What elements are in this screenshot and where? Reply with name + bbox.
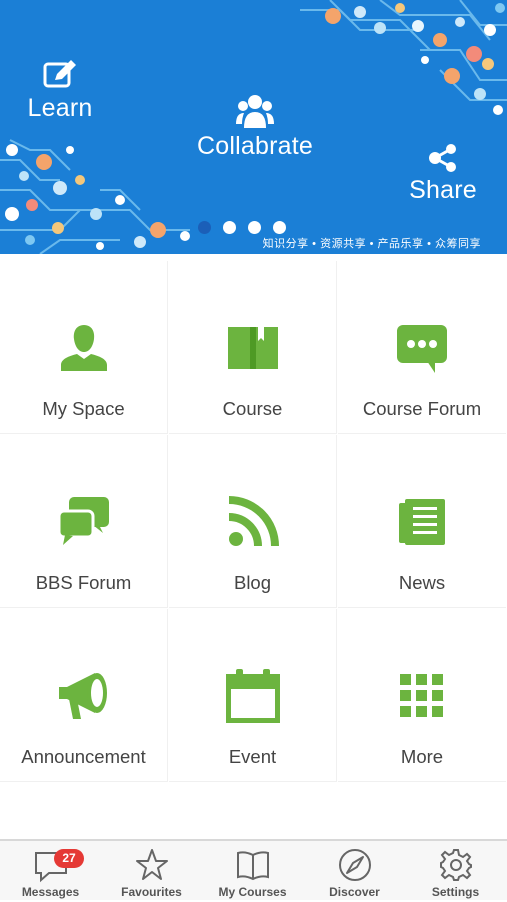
tab-settings[interactable]: Settings: [405, 841, 506, 902]
carousel-dot[interactable]: [198, 221, 211, 234]
grid-item-my-space[interactable]: My Space: [0, 261, 168, 434]
share-icon: [429, 144, 456, 172]
carousel-dot[interactable]: [223, 221, 236, 234]
grid-item-blog[interactable]: Blog: [169, 435, 337, 608]
star-icon: [135, 849, 168, 880]
grid-item-label: Blog: [233, 572, 272, 593]
grid-item-label: Course Forum: [362, 398, 482, 419]
bottom-tab-bar: 27 Messages Favourites My Courses Discov…: [0, 839, 507, 900]
carousel-dot[interactable]: [273, 221, 286, 234]
gear-icon: [439, 849, 472, 881]
banner-collaborate: Collabrate: [190, 94, 320, 160]
group-icon: [236, 95, 274, 128]
newspaper-icon: [399, 499, 445, 545]
tab-label: Messages: [21, 885, 80, 899]
unread-badge: 27: [54, 849, 84, 868]
grid-item-more[interactable]: More: [338, 609, 506, 782]
chat-bubble-icon: [397, 325, 447, 373]
carousel-dot[interactable]: [248, 221, 261, 234]
carousel-indicator[interactable]: [198, 221, 286, 234]
tab-discover[interactable]: Discover: [304, 841, 405, 902]
grid-item-label: More: [400, 746, 444, 767]
edit-icon: [43, 60, 76, 88]
chat-bubbles-icon: [57, 497, 109, 545]
tab-label: Discover: [329, 885, 380, 899]
tab-label: Settings: [431, 885, 480, 899]
grid-item-event[interactable]: Event: [169, 609, 337, 782]
rss-icon: [228, 496, 279, 547]
book-icon: [227, 327, 278, 369]
tab-my-courses[interactable]: My Courses: [202, 841, 303, 902]
grid-item-course[interactable]: Course: [169, 261, 337, 434]
calendar-icon: [225, 669, 280, 723]
tab-favourites[interactable]: Favourites: [101, 841, 202, 902]
feature-grid: My Space Course Course Forum BBS Forum B…: [0, 261, 507, 783]
open-book-icon: [236, 851, 269, 881]
banner-share-label: Share: [409, 176, 477, 204]
grid-item-label: Announcement: [21, 746, 146, 767]
grid-item-label: News: [398, 572, 446, 593]
grid-item-label: BBS Forum: [35, 572, 132, 593]
banner-tagline: 知识分享 • 资源共享 • 产品乐享 • 众筹同享: [262, 238, 481, 250]
grid-item-bbs-forum[interactable]: BBS Forum: [0, 435, 168, 608]
grid-item-label: My Space: [42, 398, 125, 419]
user-icon: [60, 325, 107, 371]
grid-item-news[interactable]: News: [338, 435, 506, 608]
hero-banner[interactable]: Learn Collabrate Share 知识分享 • 资源共享 • 产品乐…: [0, 0, 507, 254]
grid-item-course-forum[interactable]: Course Forum: [338, 261, 506, 434]
tab-messages[interactable]: 27 Messages: [0, 841, 101, 902]
banner-share: Share: [405, 144, 481, 204]
tab-label: My Courses: [218, 885, 287, 899]
grid-item-announcement[interactable]: Announcement: [0, 609, 168, 782]
grid-item-label: Course: [222, 398, 283, 419]
megaphone-icon: [58, 673, 107, 719]
grid-item-label: Event: [228, 746, 277, 767]
compass-icon: [338, 849, 371, 881]
banner-learn-label: Learn: [27, 94, 93, 122]
tab-label: Favourites: [121, 885, 182, 899]
grid-icon: [400, 674, 443, 717]
banner-learn: Learn: [24, 60, 96, 122]
banner-collaborate-label: Collabrate: [197, 132, 313, 160]
